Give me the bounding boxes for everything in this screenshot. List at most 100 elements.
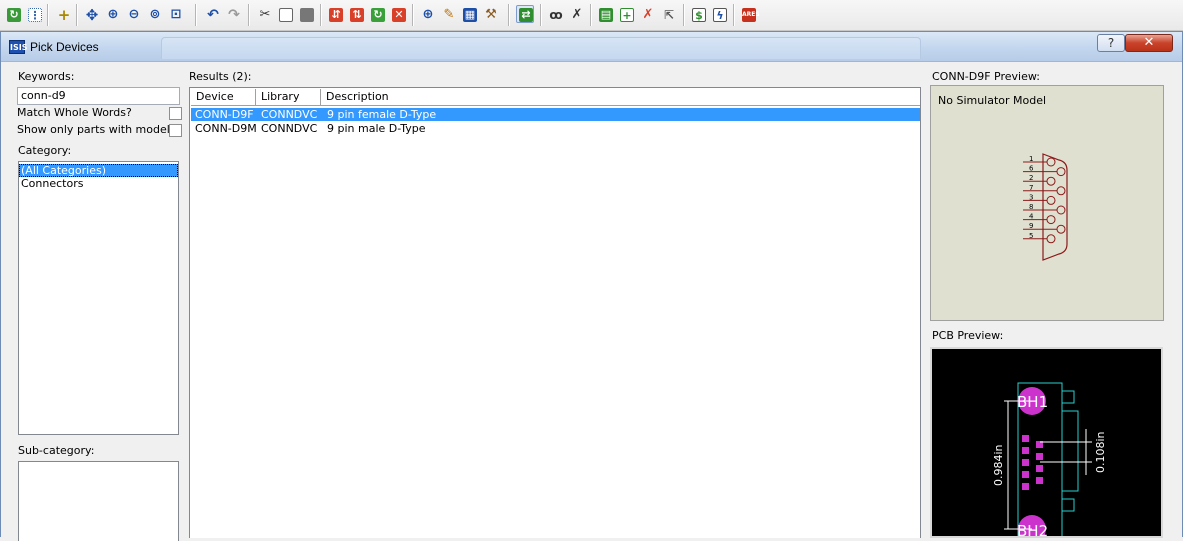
pick-device-icon: ⊕ bbox=[422, 7, 434, 22]
pin-socket bbox=[1056, 167, 1066, 177]
origin-icon: + bbox=[57, 6, 71, 24]
pitch-dimension-label: 0.108in bbox=[1094, 431, 1107, 473]
height-dimension-label: 0.984in bbox=[992, 444, 1005, 486]
tb-electrical-check[interactable]: ϟ bbox=[710, 5, 728, 23]
close-button[interactable]: ✕ bbox=[1125, 34, 1173, 52]
copy-icon bbox=[279, 8, 293, 22]
wire-autorouter-icon: ⇄ bbox=[519, 8, 533, 22]
tb-make-device[interactable]: ✎ bbox=[439, 5, 457, 23]
category-list[interactable]: (All Categories) Connectors bbox=[18, 161, 179, 435]
paste-icon bbox=[300, 8, 314, 22]
match-whole-words-checkbox[interactable] bbox=[169, 107, 182, 120]
pin-socket bbox=[1056, 224, 1066, 234]
pcb-pad bbox=[1022, 471, 1029, 478]
schematic-preview: No Simulator Model 162738495 bbox=[930, 85, 1164, 321]
help-button[interactable]: ? bbox=[1097, 34, 1125, 52]
electrical-check-icon: ϟ bbox=[713, 8, 727, 22]
toolbar-separator bbox=[508, 4, 510, 26]
netlist-icon: ▤ bbox=[599, 8, 613, 22]
subcategory-label: Sub-category: bbox=[18, 444, 95, 457]
column-library[interactable]: Library bbox=[256, 89, 321, 105]
pin-socket bbox=[1046, 215, 1056, 225]
cell-library: CONNDVC bbox=[261, 122, 318, 135]
tb-goto-parent[interactable]: ⇱ bbox=[659, 5, 677, 23]
tb-pick-device[interactable]: ⊕ bbox=[418, 5, 436, 23]
tb-origin[interactable]: + bbox=[54, 5, 72, 23]
redo-icon: ↷ bbox=[228, 7, 240, 23]
pin-number: 3 bbox=[1029, 193, 1033, 201]
tb-zoom-all[interactable]: ⊚ bbox=[145, 5, 163, 23]
category-item-all[interactable]: (All Categories) bbox=[19, 164, 178, 177]
schematic-preview-label: CONN-D9F Preview: bbox=[932, 70, 1040, 83]
tb-refresh[interactable]: ↻ bbox=[4, 5, 22, 23]
refresh-icon: ↻ bbox=[7, 8, 21, 22]
search-icon: ꝏ bbox=[549, 8, 563, 22]
tb-search[interactable]: ꝏ bbox=[546, 5, 564, 23]
tb-redo[interactable]: ↷ bbox=[224, 5, 242, 23]
pin-number: 7 bbox=[1029, 184, 1033, 192]
subcategory-list[interactable] bbox=[18, 461, 179, 541]
bh1-label: BH1 bbox=[1017, 393, 1048, 411]
toolbar-separator bbox=[683, 4, 685, 26]
tb-new-sheet[interactable]: + bbox=[617, 5, 635, 23]
table-row[interactable]: CONN-D9F CONNDVC 9 pin female D-Type bbox=[191, 108, 920, 121]
tb-block-rotate[interactable]: ↻ bbox=[368, 5, 386, 23]
tb-block-copy[interactable]: ⇵ bbox=[326, 5, 344, 23]
pcb-pad bbox=[1036, 465, 1043, 472]
d9-connector-symbol: 1 62 73 8 49 5 bbox=[1023, 153, 1068, 261]
tb-copy[interactable] bbox=[276, 5, 294, 23]
tb-paste[interactable] bbox=[297, 5, 315, 23]
goto-parent-icon: ⇱ bbox=[663, 8, 675, 22]
pcb-pad bbox=[1022, 447, 1029, 454]
cell-library: CONNDVC bbox=[261, 108, 318, 121]
zoom-all-icon: ⊚ bbox=[149, 7, 161, 22]
pan-icon: ✥ bbox=[85, 6, 99, 24]
toolbar-separator bbox=[590, 4, 592, 26]
block-move-icon: ⇅ bbox=[350, 8, 364, 22]
pcb-pad bbox=[1022, 483, 1029, 490]
pcb-pad bbox=[1022, 435, 1029, 442]
tb-decompose[interactable]: ⚒ bbox=[481, 5, 499, 23]
tb-zoom-area[interactable]: ⊡ bbox=[166, 5, 184, 23]
column-device[interactable]: Device bbox=[191, 89, 256, 105]
column-description[interactable]: Description bbox=[321, 89, 920, 105]
tb-netlist[interactable]: ▤ bbox=[596, 5, 614, 23]
tb-grid[interactable]: ⋮ bbox=[25, 5, 43, 23]
pin-socket bbox=[1056, 186, 1066, 196]
cell-device: CONN-D9F bbox=[195, 108, 254, 121]
tb-bill-of-materials[interactable]: $ bbox=[689, 5, 707, 23]
show-only-models-checkbox[interactable] bbox=[169, 124, 182, 137]
toolbar-separator bbox=[76, 4, 78, 26]
results-label: Results (2): bbox=[189, 70, 252, 83]
tb-package[interactable]: ▦ bbox=[460, 5, 478, 23]
tb-zoom-out[interactable]: ⊖ bbox=[124, 5, 142, 23]
tb-remove-sheet[interactable]: ✗ bbox=[638, 5, 656, 23]
tb-block-move[interactable]: ⇅ bbox=[347, 5, 365, 23]
tb-block-delete[interactable]: ✕ bbox=[389, 5, 407, 23]
pin-number: 8 bbox=[1029, 203, 1033, 211]
pcb-preview-label: PCB Preview: bbox=[932, 329, 1004, 342]
isis-app-icon: ISIS bbox=[9, 40, 27, 54]
tb-pan[interactable]: ✥ bbox=[82, 5, 100, 23]
tb-undo[interactable]: ↶ bbox=[203, 5, 221, 23]
pcb-pad bbox=[1036, 477, 1043, 484]
keywords-input[interactable]: conn-d9 bbox=[17, 87, 180, 105]
pcb-pad bbox=[1022, 459, 1029, 466]
category-item-connectors[interactable]: Connectors bbox=[19, 177, 178, 190]
main-toolbar: ↻ ⋮ + ✥ ⊕ ⊖ ⊚ ⊡ ↶ ↷ ✂ ⇵ ⇅ ↻ ✕ ⊕ ✎ ▦ ⚒ ⇄ … bbox=[0, 0, 1183, 31]
keywords-label: Keywords: bbox=[18, 70, 75, 83]
tb-property-tool[interactable]: ✗ bbox=[567, 5, 585, 23]
toolbar-separator bbox=[320, 4, 322, 26]
table-row[interactable]: CONN-D9M CONNDVC 9 pin male D-Type bbox=[191, 122, 920, 135]
tb-cut[interactable]: ✂ bbox=[255, 5, 273, 23]
cell-description: 9 pin male D-Type bbox=[327, 122, 426, 135]
undo-icon: ↶ bbox=[207, 7, 219, 23]
pcb-footprint: BH1 BH2 0.984in 0.108in bbox=[992, 382, 1107, 538]
bh2-label: BH2 bbox=[1017, 522, 1048, 538]
tb-zoom-in[interactable]: ⊕ bbox=[103, 5, 121, 23]
tb-wire-autorouter[interactable]: ⇄ bbox=[516, 5, 534, 23]
show-only-models-label: Show only parts with models? bbox=[17, 123, 182, 136]
tb-ares[interactable]: ARES bbox=[739, 5, 760, 23]
dialog-titlebar[interactable]: ISIS Pick Devices ? ✕ bbox=[1, 32, 1182, 62]
pin-socket bbox=[1046, 234, 1056, 244]
